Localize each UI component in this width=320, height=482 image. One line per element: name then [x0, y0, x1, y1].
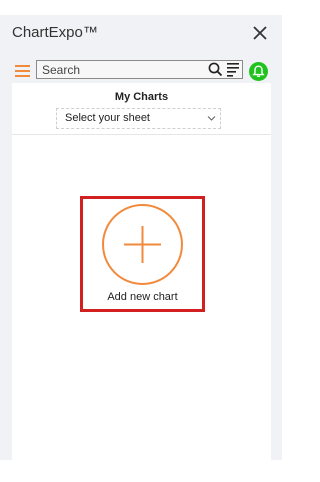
close-icon	[253, 26, 267, 40]
sheet-select[interactable]: Select your sheet	[56, 108, 221, 129]
sheet-select-value: Select your sheet	[65, 112, 150, 124]
app-title: ChartExpo™	[12, 24, 98, 41]
section-title: My Charts	[114, 91, 169, 103]
addin-panel: ChartExpo™ Search My Charts Select your …	[0, 15, 282, 460]
plus-circle-icon	[102, 204, 183, 285]
close-button[interactable]	[250, 23, 270, 43]
search-box	[36, 60, 243, 79]
charts-content: My Charts Select your sheet Add new char…	[12, 83, 271, 460]
hamburger-menu-icon	[15, 65, 30, 77]
search-input[interactable]	[37, 61, 207, 78]
magnifier-icon	[208, 62, 223, 77]
add-new-chart-label: Add new chart	[107, 291, 178, 303]
search-button[interactable]	[208, 62, 223, 77]
bell-icon	[252, 65, 265, 78]
divider	[12, 134, 271, 135]
filter-button[interactable]	[226, 61, 240, 78]
menu-button[interactable]	[15, 64, 32, 78]
notifications-button[interactable]	[249, 62, 268, 81]
add-new-chart-button[interactable]: Add new chart	[80, 196, 205, 312]
chevron-down-icon	[207, 116, 216, 121]
filter-list-icon	[227, 63, 239, 77]
